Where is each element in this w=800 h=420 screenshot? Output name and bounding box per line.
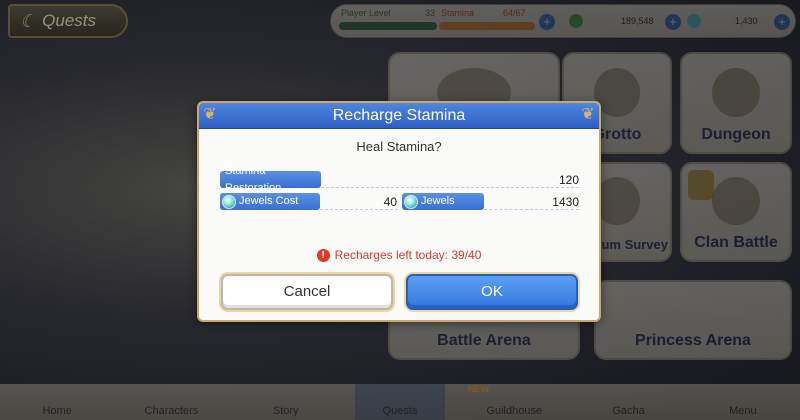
nav-story[interactable]: Story xyxy=(241,405,331,420)
jewels-cost-label: Jewels Cost xyxy=(220,193,320,210)
cancel-button[interactable]: Cancel xyxy=(221,274,393,310)
nav-home[interactable]: Home xyxy=(12,405,102,420)
recharges-warning: ! Recharges left today: 39/40 xyxy=(199,248,599,262)
stamina-restoration-value: 120 xyxy=(558,173,579,187)
player-level-label: Player Level xyxy=(341,8,391,18)
jewel-icon xyxy=(404,194,418,209)
dialog-title: Recharge Stamina xyxy=(332,107,466,124)
nav-guildhouse[interactable]: Guildhouse xyxy=(469,405,559,420)
mana-icon xyxy=(569,14,583,28)
jewels-cost-value: 40 xyxy=(383,195,397,209)
clan-battle-art-icon xyxy=(712,177,760,226)
jewel-icon xyxy=(687,14,701,28)
stamina-value: 64/67 xyxy=(503,8,526,18)
ornament-left-icon: ❦ xyxy=(203,106,217,123)
ok-button[interactable]: OK xyxy=(406,274,578,310)
jewels-value: 1430 xyxy=(552,195,579,209)
recharges-left-text: Recharges left today: 39/40 xyxy=(334,248,482,262)
jewels-text: Jewels xyxy=(421,195,455,207)
mana-value: 189,548 xyxy=(621,16,654,26)
tile-dungeon-label: Dungeon xyxy=(701,126,771,143)
dialog-header: ❦ Recharge Stamina ❦ xyxy=(199,103,599,129)
divider xyxy=(484,209,579,210)
tile-clan-battle[interactable]: Clan Battle xyxy=(680,162,792,262)
divider xyxy=(321,187,579,188)
jewel-icon xyxy=(222,194,236,209)
new-badge: NEW xyxy=(468,384,489,394)
jewels-label: Jewels xyxy=(402,193,484,210)
jewels-cost-text: Jewels Cost xyxy=(239,195,299,207)
stamina-restoration-text: Stamina Restoration xyxy=(225,164,282,194)
add-mana-icon[interactable]: + xyxy=(665,14,681,30)
nav-characters[interactable]: Characters xyxy=(126,405,216,420)
add-jewels-icon[interactable]: + xyxy=(774,14,790,30)
nav-gacha[interactable]: Gacha xyxy=(584,405,674,420)
dialog-question: Heal Stamina? xyxy=(356,139,442,154)
tile-princess-arena[interactable]: Princess Arena xyxy=(594,280,792,360)
divider xyxy=(320,209,398,210)
player-level-bar xyxy=(339,22,437,30)
stamina-restoration-label: Stamina Restoration xyxy=(220,165,321,194)
tile-clan-battle-label: Clan Battle xyxy=(694,234,778,251)
ornament-right-icon: ❦ xyxy=(581,106,595,123)
moon-icon: ☾ xyxy=(20,10,37,31)
quests-header: ☾ Quests xyxy=(8,4,128,38)
player-level-value: 33 xyxy=(425,8,436,18)
nav-menu[interactable]: Menu xyxy=(698,405,788,420)
stamina-label: Stamina xyxy=(441,8,475,18)
tile-dungeon[interactable]: Dungeon xyxy=(680,52,792,154)
jewels-value: 1,430 xyxy=(735,16,758,26)
stamina-bar xyxy=(439,22,535,30)
add-stamina-icon[interactable]: + xyxy=(539,14,555,30)
status-bar: Player Level 33 Stamina 64/67 + 189,548 … xyxy=(330,4,796,38)
nav-quests[interactable]: Quests xyxy=(354,384,445,420)
bottom-nav: Home Characters Story Quests Guildhouse … xyxy=(0,384,800,420)
tile-battle-arena-label: Battle Arena xyxy=(437,332,531,349)
screen-title: Quests xyxy=(42,11,96,30)
lock-icon xyxy=(688,170,714,200)
recharge-stamina-dialog: ❦ Recharge Stamina ❦ Heal Stamina? Stami… xyxy=(197,101,601,322)
dungeon-art-icon xyxy=(712,67,760,117)
tile-princess-arena-label: Princess Arena xyxy=(635,332,751,349)
warning-icon: ! xyxy=(316,248,330,262)
